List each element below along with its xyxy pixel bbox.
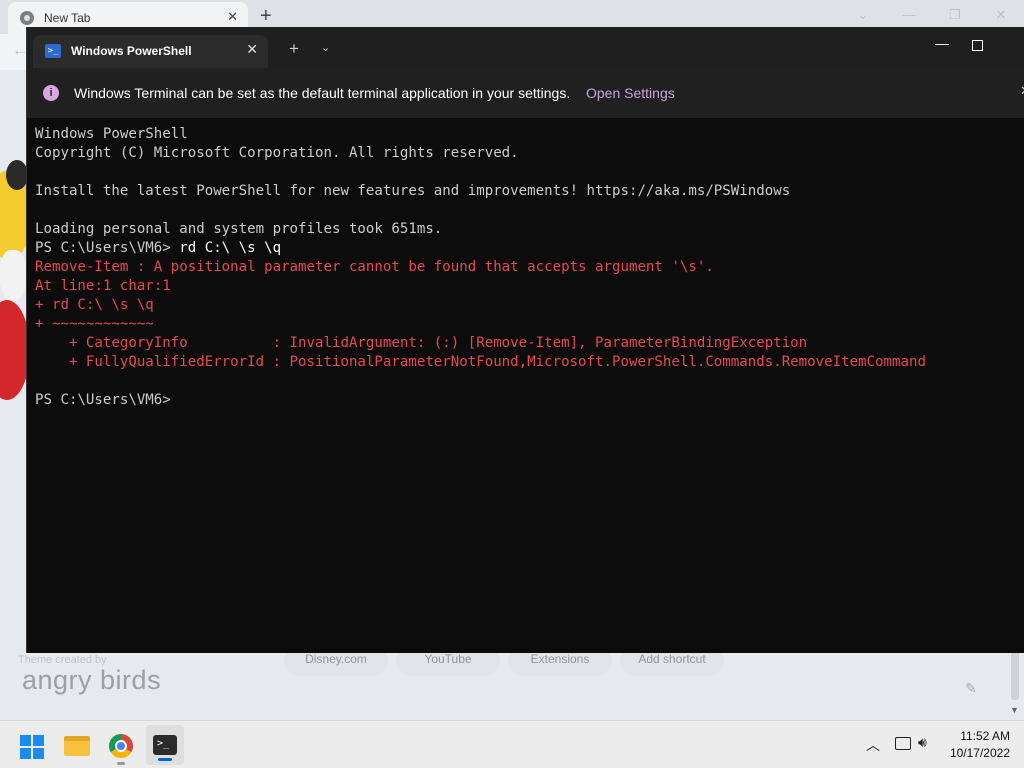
close-icon[interactable]: ✕ bbox=[1020, 83, 1024, 99]
minimize-icon[interactable]: — bbox=[886, 0, 932, 30]
terminal-tab-title: Windows PowerShell bbox=[71, 44, 192, 58]
terminal-window: >_ Windows PowerShell ✕ + ⌄ — i Windows … bbox=[26, 27, 1024, 653]
angry-bird-black-artwork bbox=[6, 160, 28, 190]
taskbar: >_ ︿ 🔊︎ 11:52 AM 10/17/2022 bbox=[0, 720, 1024, 768]
terminal-error-line: At line:1 char:1 bbox=[35, 277, 1020, 296]
pencil-icon[interactable]: ✎ bbox=[965, 680, 977, 697]
powershell-icon: >_ bbox=[45, 44, 61, 58]
chevron-up-icon[interactable]: ︿ bbox=[866, 735, 880, 755]
clock-date[interactable]: 10/17/2022 bbox=[940, 746, 1010, 760]
terminal-line: Loading personal and system profiles too… bbox=[35, 220, 1020, 239]
line-text: + ~~~~~~~~~~~~ bbox=[35, 316, 154, 332]
angry-bird-white-artwork bbox=[0, 250, 26, 300]
chevron-down-icon[interactable]: ⌄ bbox=[321, 41, 330, 54]
line-text: + FullyQualifiedErrorId : PositionalPara… bbox=[35, 354, 926, 370]
terminal-error-line: + FullyQualifiedErrorId : PositionalPara… bbox=[35, 353, 1020, 372]
terminal-line: Copyright (C) Microsoft Corporation. All… bbox=[35, 144, 1020, 163]
terminal-error-line: Remove-Item : A positional parameter can… bbox=[35, 258, 1020, 277]
new-tab-plus-icon[interactable]: + bbox=[289, 39, 299, 59]
terminal-icon: >_ bbox=[153, 735, 177, 755]
info-icon: i bbox=[43, 85, 59, 101]
close-icon[interactable]: ✕ bbox=[246, 41, 258, 58]
line-text: Remove-Item : A positional parameter can… bbox=[35, 259, 714, 275]
open-settings-link[interactable]: Open Settings bbox=[586, 85, 675, 101]
network-icon[interactable] bbox=[895, 737, 911, 750]
file-explorer-icon[interactable] bbox=[64, 736, 90, 756]
maximize-icon[interactable] bbox=[972, 40, 983, 51]
running-indicator bbox=[117, 762, 125, 765]
line-text: PS C:\Users\VM6> bbox=[35, 392, 171, 408]
terminal-error-line: + CategoryInfo : InvalidArgument: (:) [R… bbox=[35, 334, 1020, 353]
minimize-icon[interactable]: — bbox=[927, 35, 957, 51]
close-icon[interactable]: ✕ bbox=[978, 0, 1024, 30]
terminal-error-line: + rd C:\ \s \q bbox=[35, 296, 1020, 315]
line-text: At line:1 char:1 bbox=[35, 278, 171, 294]
start-icon[interactable] bbox=[20, 735, 44, 759]
chrome-icon[interactable] bbox=[109, 734, 133, 758]
chrome-tab-title: New Tab bbox=[44, 11, 91, 25]
restore-icon[interactable]: ❐ bbox=[932, 0, 978, 30]
line-text: Loading personal and system profiles too… bbox=[35, 221, 443, 237]
terminal-error-line: + ~~~~~~~~~~~~ bbox=[35, 315, 1020, 334]
volume-icon[interactable]: 🔊︎ bbox=[918, 734, 927, 751]
line-text: Windows PowerShell bbox=[35, 126, 188, 142]
line-text: + rd C:\ \s \q bbox=[35, 297, 154, 313]
line-text: Install the latest PowerShell for new fe… bbox=[35, 183, 791, 199]
command-text: rd C:\ \s \q bbox=[179, 240, 282, 256]
new-tab-button[interactable]: + bbox=[260, 5, 272, 28]
line-text: + CategoryInfo : InvalidArgument: (:) [R… bbox=[35, 335, 808, 351]
terminal-line: PS C:\Users\VM6> bbox=[35, 391, 1020, 410]
scroll-down-icon[interactable]: ▼ bbox=[1010, 705, 1019, 715]
infobar-message: Windows Terminal can be set as the defau… bbox=[74, 85, 571, 101]
chrome-logo-icon bbox=[20, 11, 34, 25]
active-indicator bbox=[158, 758, 172, 761]
terminal-tab-powershell[interactable]: >_ Windows PowerShell ✕ bbox=[33, 35, 268, 68]
default-terminal-infobar: i Windows Terminal can be set as the def… bbox=[27, 68, 1024, 118]
close-icon[interactable]: ✕ bbox=[227, 9, 238, 25]
terminal-line: PS C:\Users\VM6> rd C:\ \s \q bbox=[35, 239, 1020, 258]
prompt-text: PS C:\Users\VM6> bbox=[35, 240, 180, 256]
line-text: Copyright (C) Microsoft Corporation. All… bbox=[35, 145, 519, 161]
theme-name-logo[interactable]: angry birds bbox=[22, 665, 161, 696]
terminal-output[interactable]: Windows PowerShell Copyright (C) Microsof… bbox=[35, 125, 1020, 410]
scrollbar[interactable] bbox=[1011, 650, 1019, 700]
terminal-title-bar: >_ Windows PowerShell ✕ + ⌄ — bbox=[27, 27, 1024, 68]
terminal-line: Install the latest PowerShell for new fe… bbox=[35, 182, 1020, 201]
chevron-down-icon[interactable]: ⌄ bbox=[840, 0, 886, 30]
chrome-window-controls: ⌄ — ❐ ✕ bbox=[840, 0, 1024, 30]
clock-time[interactable]: 11:52 AM bbox=[950, 729, 1010, 743]
terminal-line: Windows PowerShell bbox=[35, 125, 1020, 144]
